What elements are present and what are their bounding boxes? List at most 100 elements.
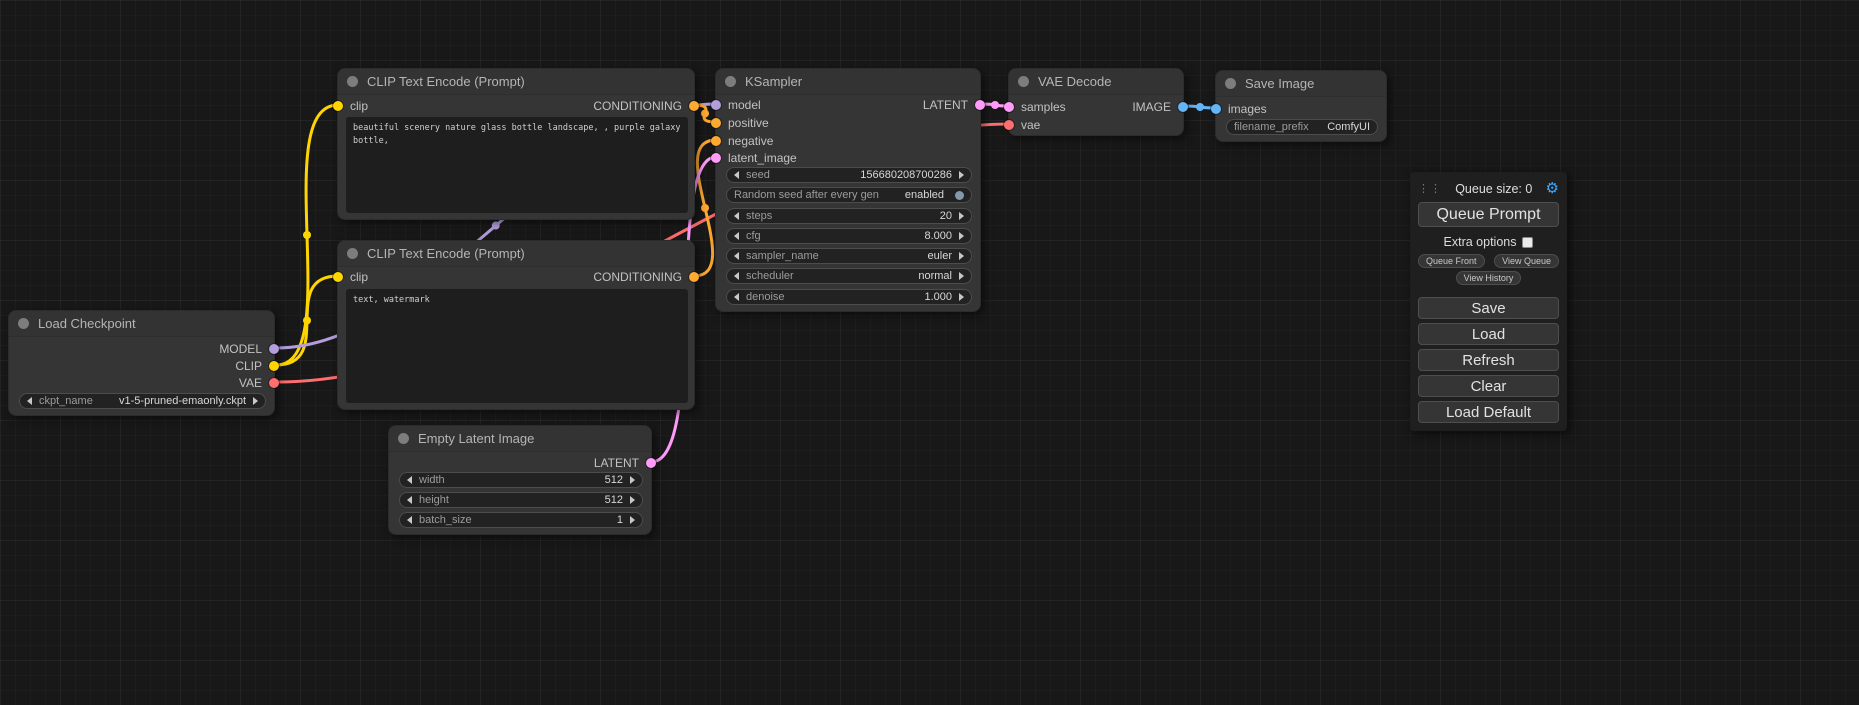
- node-clip-text-encode-positive[interactable]: CLIP Text Encode (Prompt) clip CONDITION…: [337, 68, 695, 220]
- input-slot-clip[interactable]: clip: [333, 270, 368, 284]
- collapse-dot-icon[interactable]: [725, 76, 736, 87]
- clear-button[interactable]: Clear: [1418, 375, 1559, 397]
- output-slot-latent[interactable]: LATENT: [594, 456, 656, 470]
- increment-arrow-icon[interactable]: [253, 397, 258, 405]
- clip-output-dot-icon[interactable]: [269, 361, 279, 371]
- refresh-button[interactable]: Refresh: [1418, 349, 1559, 371]
- drag-handle-icon[interactable]: ⋮⋮: [1418, 182, 1442, 195]
- decrement-arrow-icon[interactable]: [734, 293, 739, 301]
- output-slot-clip[interactable]: CLIP: [235, 359, 279, 373]
- samples-input-dot-icon[interactable]: [1004, 102, 1014, 112]
- queue-front-button[interactable]: Queue Front: [1418, 254, 1485, 268]
- input-slot-positive[interactable]: positive: [711, 116, 769, 130]
- decrement-arrow-icon[interactable]: [407, 476, 412, 484]
- widget-width[interactable]: width 512: [399, 472, 643, 488]
- decrement-arrow-icon[interactable]: [27, 397, 32, 405]
- input-slot-vae[interactable]: vae: [1004, 118, 1040, 132]
- widget-steps[interactable]: steps 20: [726, 208, 972, 224]
- decrement-arrow-icon[interactable]: [734, 272, 739, 280]
- image-output-dot-icon[interactable]: [1178, 102, 1188, 112]
- input-slot-samples[interactable]: samples: [1004, 100, 1066, 114]
- collapse-dot-icon[interactable]: [18, 318, 29, 329]
- widget-batch-size[interactable]: batch_size 1: [399, 512, 643, 528]
- collapse-dot-icon[interactable]: [347, 76, 358, 87]
- node-title-bar[interactable]: CLIP Text Encode (Prompt): [338, 69, 694, 95]
- widget-denoise[interactable]: denoise 1.000: [726, 289, 972, 305]
- increment-arrow-icon[interactable]: [959, 272, 964, 280]
- negative-prompt-textarea[interactable]: text, watermark: [346, 289, 688, 403]
- input-slot-negative[interactable]: negative: [711, 134, 773, 148]
- node-empty-latent-image[interactable]: Empty Latent Image LATENT width 512 heig…: [388, 425, 652, 535]
- node-clip-text-encode-negative[interactable]: CLIP Text Encode (Prompt) clip CONDITION…: [337, 240, 695, 410]
- decrement-arrow-icon[interactable]: [734, 171, 739, 179]
- input-slot-clip[interactable]: clip: [333, 99, 368, 113]
- output-slot-image[interactable]: IMAGE: [1132, 100, 1188, 114]
- view-queue-button[interactable]: View Queue: [1494, 254, 1559, 268]
- node-title-bar[interactable]: KSampler: [716, 69, 980, 95]
- collapse-dot-icon[interactable]: [1018, 76, 1029, 87]
- widget-filename-prefix[interactable]: filename_prefix ComfyUI: [1226, 119, 1378, 135]
- output-slot-vae[interactable]: VAE: [239, 376, 279, 390]
- model-input-dot-icon[interactable]: [711, 100, 721, 110]
- node-ksampler[interactable]: KSampler model positive negative latent_…: [715, 68, 981, 312]
- widget-sampler-name[interactable]: sampler_name euler: [726, 248, 972, 264]
- settings-gear-icon[interactable]: ⚙: [1546, 181, 1559, 196]
- widget-height[interactable]: height 512: [399, 492, 643, 508]
- output-slot-model[interactable]: MODEL: [219, 342, 279, 356]
- input-slot-model[interactable]: model: [711, 98, 761, 112]
- node-title-bar[interactable]: CLIP Text Encode (Prompt): [338, 241, 694, 267]
- node-save-image[interactable]: Save Image images filename_prefix ComfyU…: [1215, 70, 1387, 142]
- decrement-arrow-icon[interactable]: [734, 212, 739, 220]
- increment-arrow-icon[interactable]: [630, 516, 635, 524]
- decrement-arrow-icon[interactable]: [734, 252, 739, 260]
- clip-input-dot-icon[interactable]: [333, 272, 343, 282]
- negative-input-dot-icon[interactable]: [711, 136, 721, 146]
- collapse-dot-icon[interactable]: [398, 433, 409, 444]
- increment-arrow-icon[interactable]: [959, 232, 964, 240]
- load-workflow-button[interactable]: Load: [1418, 323, 1559, 345]
- increment-arrow-icon[interactable]: [959, 252, 964, 260]
- increment-arrow-icon[interactable]: [959, 171, 964, 179]
- vae-input-dot-icon[interactable]: [1004, 120, 1014, 130]
- widget-cfg[interactable]: cfg 8.000: [726, 228, 972, 244]
- extra-options-checkbox[interactable]: [1522, 237, 1533, 248]
- queue-prompt-button[interactable]: Queue Prompt: [1418, 202, 1559, 227]
- collapse-dot-icon[interactable]: [1225, 78, 1236, 89]
- output-slot-conditioning[interactable]: CONDITIONING: [593, 99, 699, 113]
- view-history-button[interactable]: View History: [1456, 271, 1522, 285]
- widget-scheduler[interactable]: scheduler normal: [726, 268, 972, 284]
- latent-input-dot-icon[interactable]: [711, 153, 721, 163]
- increment-arrow-icon[interactable]: [630, 476, 635, 484]
- latent-output-dot-icon[interactable]: [975, 100, 985, 110]
- node-load-checkpoint[interactable]: Load Checkpoint MODEL CLIP VAE ckpt_name…: [8, 310, 275, 416]
- collapse-dot-icon[interactable]: [347, 248, 358, 259]
- increment-arrow-icon[interactable]: [630, 496, 635, 504]
- widget-ckpt-name[interactable]: ckpt_name v1-5-pruned-emaonly.ckpt: [19, 393, 266, 409]
- decrement-arrow-icon[interactable]: [407, 516, 412, 524]
- widget-seed[interactable]: seed 156680208700286: [726, 167, 972, 183]
- conditioning-output-dot-icon[interactable]: [689, 101, 699, 111]
- model-output-dot-icon[interactable]: [269, 344, 279, 354]
- output-slot-conditioning[interactable]: CONDITIONING: [593, 270, 699, 284]
- positive-input-dot-icon[interactable]: [711, 118, 721, 128]
- vae-output-dot-icon[interactable]: [269, 378, 279, 388]
- node-title-bar[interactable]: Load Checkpoint: [9, 311, 274, 337]
- node-title-bar[interactable]: Save Image: [1216, 71, 1386, 97]
- node-title-bar[interactable]: Empty Latent Image: [389, 426, 651, 452]
- increment-arrow-icon[interactable]: [959, 293, 964, 301]
- increment-arrow-icon[interactable]: [959, 212, 964, 220]
- clip-input-dot-icon[interactable]: [333, 101, 343, 111]
- seed-toggle-icon[interactable]: [955, 191, 964, 200]
- load-default-button[interactable]: Load Default: [1418, 401, 1559, 423]
- conditioning-output-dot-icon[interactable]: [689, 272, 699, 282]
- input-slot-latent-image[interactable]: latent_image: [711, 151, 797, 165]
- decrement-arrow-icon[interactable]: [407, 496, 412, 504]
- positive-prompt-textarea[interactable]: beautiful scenery nature glass bottle la…: [346, 117, 688, 213]
- latent-output-dot-icon[interactable]: [646, 458, 656, 468]
- widget-control-after-generate[interactable]: Random seed after every gen enabled: [726, 187, 972, 203]
- decrement-arrow-icon[interactable]: [734, 232, 739, 240]
- images-input-dot-icon[interactable]: [1211, 104, 1221, 114]
- node-vae-decode[interactable]: VAE Decode samples vae IMAGE: [1008, 68, 1184, 136]
- save-workflow-button[interactable]: Save: [1418, 297, 1559, 319]
- node-title-bar[interactable]: VAE Decode: [1009, 69, 1183, 95]
